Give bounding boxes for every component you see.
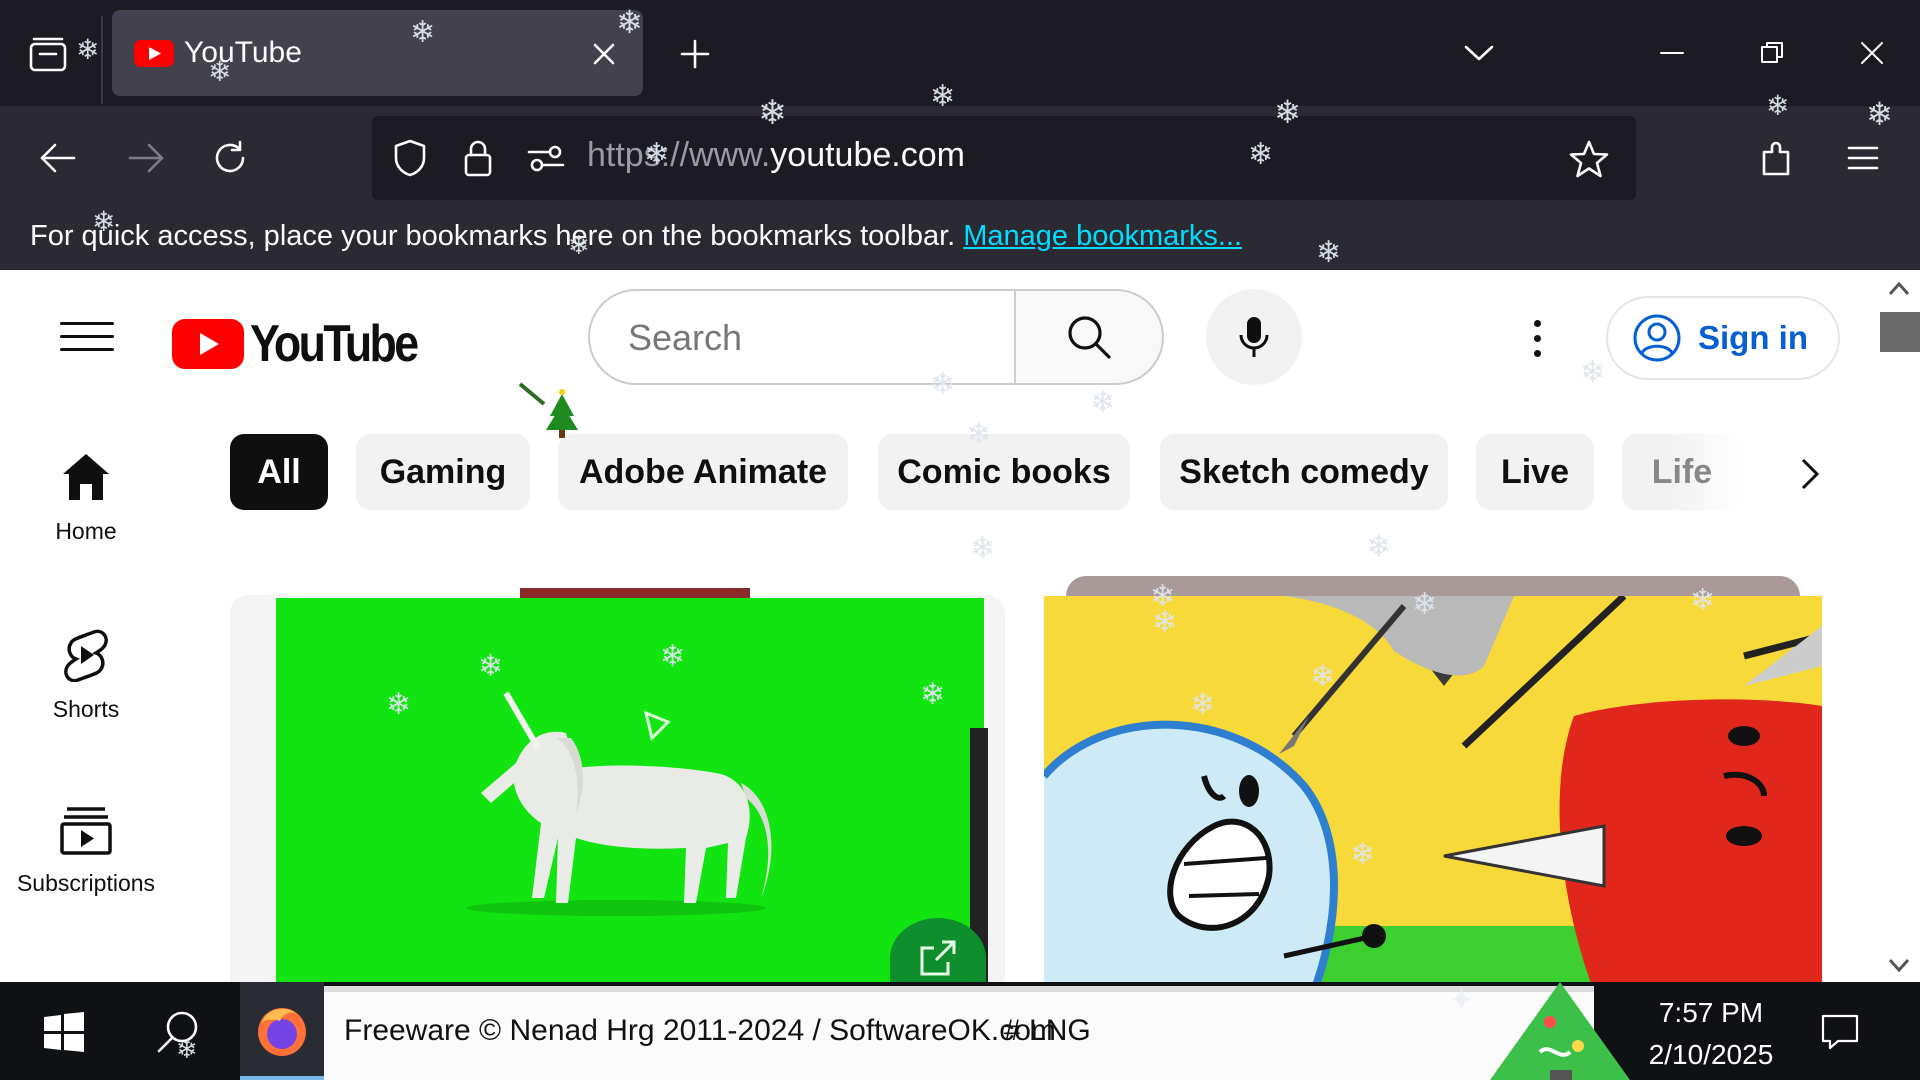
video-thumbnail-cartoon[interactable] [1044,596,1822,982]
url-host: youtube.com [770,136,965,174]
clock-date: 2/10/2025 [1648,1039,1774,1070]
christmas-tree-decoration-icon [518,382,578,438]
bookmarks-hint-text: For quick access, place your bookmarks h… [30,220,956,252]
minimize-icon[interactable] [1645,28,1699,78]
taskbar: Freeware © Nenad Hrg 2011-2024 / Softwar… [0,982,1920,1080]
sign-in-label: Sign in [1698,319,1808,356]
restore-icon[interactable] [1745,28,1799,78]
youtube-play-logo-icon [172,319,244,369]
home-icon [63,454,109,500]
tab-title: YouTube [184,36,302,69]
tab-divider [101,16,103,104]
scroll-down-arrow-icon[interactable] [1886,952,1912,978]
bookmarks-hint: For quick access, place your bookmarks h… [30,220,1242,253]
microphone-icon [1239,317,1269,357]
chip-sketch-comedy[interactable]: Sketch comedy [1160,434,1448,510]
reload-icon[interactable] [202,130,258,186]
youtube-logo[interactable]: YouTube [172,314,444,374]
guide-item-subscriptions[interactable]: Subscriptions [0,806,172,897]
chip-gaming[interactable]: Gaming [356,434,530,510]
shorts-icon [64,629,108,682]
active-app-indicator [240,1076,324,1080]
search-button[interactable] [1014,289,1164,385]
chips-next-button[interactable] [1780,444,1840,504]
voice-search-button[interactable] [1206,289,1302,385]
video-card-strip [520,588,750,598]
chip-all[interactable]: All [230,434,328,510]
ticker-text: Freeware © Nenad Hrg 2011-2024 / Softwar… [344,1014,1056,1047]
ticker-border [324,986,1594,992]
list-all-tabs-icon[interactable] [1454,28,1504,78]
lock-icon[interactable] [452,132,504,184]
cartoon-battle-image [1044,596,1822,982]
guide-label-home: Home [55,518,117,544]
guide-item-home[interactable]: Home [0,450,172,545]
address-bar[interactable]: https://www.youtube.com [372,116,1636,200]
chip-adobe-animate[interactable]: Adobe Animate [558,434,848,510]
new-tab-icon[interactable] [670,28,720,80]
chip-life[interactable]: Life [1622,434,1742,510]
url-text[interactable]: https://www.youtube.com [587,136,965,175]
clock-time: 7:57 PM [1658,997,1764,1028]
tracking-protection-shield-icon[interactable] [384,132,436,184]
tab-youtube[interactable]: YouTube [112,10,643,96]
snowflake-decoration: ❄ [1090,386,1116,419]
url-prefix: https://www. [587,136,771,174]
guide-label-shorts: Shorts [52,696,120,722]
system-clock[interactable]: 7:57 PM 2/10/2025 [1636,992,1786,1076]
youtube-page: YouTube Sign in All Gaming Adobe Animate… [0,270,1920,982]
taskbar-search-icon[interactable] [148,1002,208,1062]
forward-arrow-icon[interactable] [118,130,174,186]
firefox-icon [258,1008,306,1056]
manage-bookmarks-link[interactable]: Manage bookmarks... [963,220,1242,252]
tab-bar: YouTube [0,0,1920,106]
bookmark-star-icon[interactable] [1562,132,1616,186]
search-input[interactable] [628,311,988,365]
hamburger-menu-icon[interactable] [1835,130,1891,186]
windows-start-icon[interactable] [36,1004,92,1060]
search-box[interactable] [588,289,1016,385]
close-tab-icon[interactable] [582,32,626,76]
guide-item-shorts[interactable]: Shorts [0,628,172,723]
settings-more-icon[interactable] [1510,308,1564,368]
guide-label-subscriptions: Subscriptions [16,870,156,896]
sign-in-button[interactable]: Sign in [1606,296,1840,380]
scroll-up-arrow-icon[interactable] [1886,276,1912,302]
subscriptions-icon [60,807,112,855]
guide-menu-button[interactable] [60,312,114,360]
youtube-favicon-icon [134,40,174,67]
bookmarks-toolbar: For quick access, place your bookmarks h… [0,206,1920,270]
chip-comic-books[interactable]: Comic books [878,434,1130,510]
page-scrollbar-thumb[interactable] [1880,312,1920,352]
navigation-toolbar: https://www.youtube.com [0,106,1920,206]
ticker-tag: # LNG [1004,1014,1091,1047]
video-card-strip-right [1066,576,1800,596]
chevron-right-icon [1801,458,1820,490]
permissions-icon[interactable] [520,132,572,184]
firefox-view-icon[interactable] [18,28,78,80]
taskbar-firefox-button[interactable] [240,982,324,1080]
christmas-tree-taskbar-icon [1490,982,1630,1080]
account-circle-icon [1633,314,1681,362]
youtube-logo-text: YouTube [250,315,419,373]
window-close-icon[interactable] [1845,28,1899,78]
ticker-toolbar: Freeware © Nenad Hrg 2011-2024 / Softwar… [324,986,1594,1080]
snowflake-decoration: ❄ [970,532,996,565]
chip-live[interactable]: Live [1476,434,1594,510]
extensions-icon[interactable] [1750,130,1806,186]
search-icon [1068,316,1111,359]
notifications-icon[interactable] [1812,1004,1868,1060]
back-arrow-icon[interactable] [30,130,86,186]
unicorn-image [466,691,772,916]
snowflake-decoration: ❄ [1580,356,1606,389]
snowflake-decoration: ❄ [1366,530,1392,563]
video-thumbnail-unicorn[interactable] [276,598,984,982]
